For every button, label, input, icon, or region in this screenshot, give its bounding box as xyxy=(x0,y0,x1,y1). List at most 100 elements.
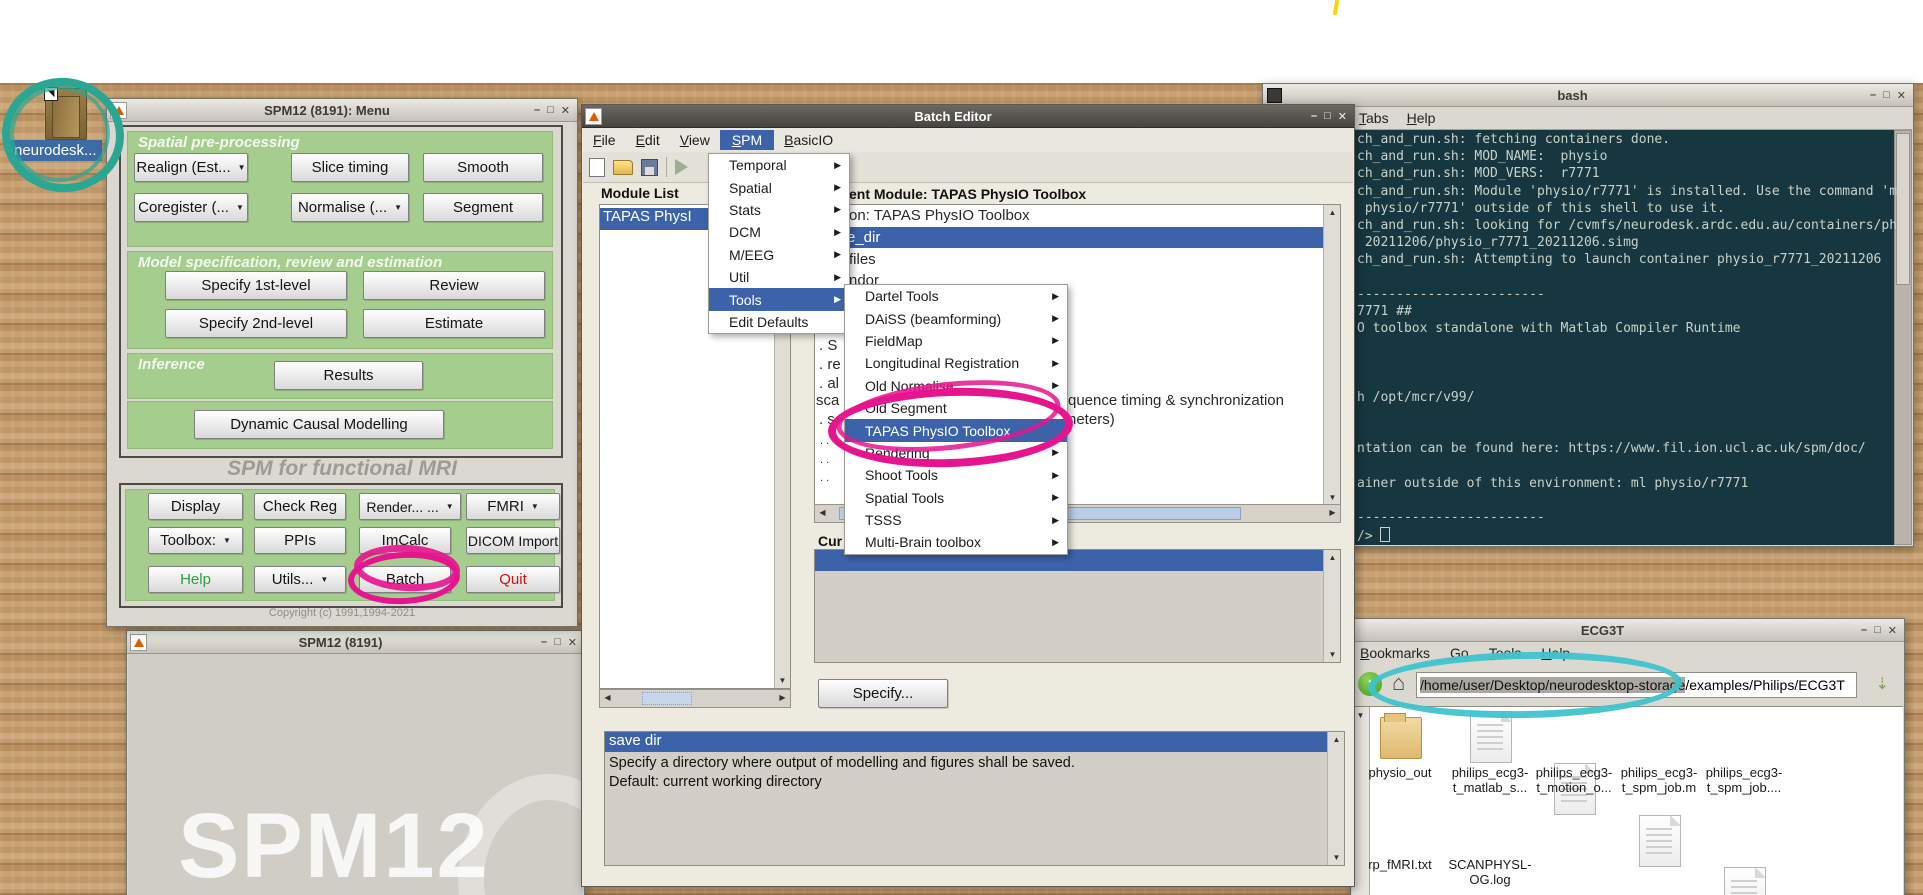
render-dropdown[interactable]: Render... ... ▼ xyxy=(359,493,461,520)
menu-view[interactable]: View xyxy=(670,130,720,150)
new-file-icon[interactable] xyxy=(589,157,605,177)
imcalc-button[interactable]: ImCalc xyxy=(359,527,451,554)
file-label[interactable]: philips_ecg3- t_spm_job.... xyxy=(1696,765,1792,795)
file-label[interactable]: philips_ecg3- t_spm_job.m xyxy=(1611,765,1707,795)
normalise-dropdown[interactable]: Normalise (... ▼ xyxy=(291,193,409,222)
dynamic-causal-modelling-button[interactable]: Dynamic Causal Modelling xyxy=(194,410,444,439)
selected-item-row[interactable] xyxy=(815,227,1323,248)
coregister-dropdown[interactable]: Coregister (... ▼ xyxy=(134,193,248,222)
minimize-button[interactable]: – xyxy=(534,104,540,117)
menu-item-edit-defaults[interactable]: Edit Defaults xyxy=(709,311,849,333)
go-up-icon[interactable]: ↑ xyxy=(1358,672,1382,696)
item-row-fragment[interactable]: on: TAPAS PhysIO Toolbox xyxy=(849,207,1030,224)
module-list-hscrollbar[interactable]: ◀ ▶ xyxy=(599,689,791,708)
menu-item-rendering[interactable]: Rendering ▶ xyxy=(845,442,1067,464)
batch-editor-titlebar[interactable]: Batch Editor – □ ✕ xyxy=(582,105,1354,128)
minimize-button[interactable]: – xyxy=(1861,624,1867,637)
toolbox-dropdown[interactable]: Toolbox: ▼ xyxy=(148,527,243,554)
ppis-button[interactable]: PPIs xyxy=(254,527,346,554)
vscrollbar[interactable]: ▲ ▼ xyxy=(1323,550,1340,662)
review-button[interactable]: Review xyxy=(363,271,545,300)
minimize-button[interactable]: – xyxy=(1311,110,1317,123)
segment-button[interactable]: Segment xyxy=(423,193,543,222)
menu-item-old-segment[interactable]: Old Segment xyxy=(845,397,1067,419)
menu-help[interactable]: Help xyxy=(1541,645,1570,661)
menu-item-old-normalise[interactable]: Old Normalise ▶ xyxy=(845,375,1067,397)
menu-tools[interactable]: Tools xyxy=(1489,645,1522,661)
home-icon[interactable]: ⌂ xyxy=(1392,670,1405,696)
menu-item-spatial[interactable]: Spatial ▶ xyxy=(709,176,849,198)
minimize-button[interactable]: – xyxy=(1870,89,1876,102)
menu-tabs[interactable]: Tabs xyxy=(1359,110,1389,126)
menu-go[interactable]: Go xyxy=(1450,645,1469,661)
item-row-fragment[interactable]: files xyxy=(849,251,876,268)
maximize-button[interactable]: □ xyxy=(554,636,561,649)
specify-2nd-level-button[interactable]: Specify 2nd-level xyxy=(165,309,347,338)
close-button[interactable]: ✕ xyxy=(1338,110,1347,123)
results-button[interactable]: Results xyxy=(274,361,423,390)
help-vscrollbar[interactable]: ▲ ▼ xyxy=(1327,732,1344,865)
menu-item-dartel-tools[interactable]: Dartel Tools ▶ xyxy=(845,285,1067,307)
specify-button[interactable]: Specify... xyxy=(818,679,948,708)
goto-dots-icon[interactable]: ⇣ xyxy=(1876,674,1889,694)
menu-file[interactable]: File xyxy=(583,130,626,150)
menu-item-multi-brain-toolbox[interactable]: Multi-Brain toolbox ▶ xyxy=(845,531,1067,553)
slice-timing-button[interactable]: Slice timing xyxy=(291,153,409,182)
dicom-import-button[interactable]: DICOM Import xyxy=(466,527,560,554)
current-item-listbox[interactable]: ▲ ▼ xyxy=(814,549,1341,663)
help-button[interactable]: Help xyxy=(148,566,243,593)
check-reg-button[interactable]: Check Reg xyxy=(254,493,346,520)
menu-item-longitudinal-registration[interactable]: Longitudinal Registration ▶ xyxy=(845,352,1067,374)
scrollbar-thumb[interactable] xyxy=(642,692,692,705)
quit-button[interactable]: Quit xyxy=(466,566,560,593)
help-title-row[interactable]: save dir xyxy=(605,732,1327,752)
save-icon[interactable] xyxy=(641,158,658,176)
menu-item-tools[interactable]: Tools ▶ xyxy=(709,288,849,311)
folder-icon[interactable] xyxy=(1380,713,1422,759)
specify-1st-level-button[interactable]: Specify 1st-level xyxy=(165,271,347,300)
menu-item-tsss[interactable]: TSSS ▶ xyxy=(845,509,1067,531)
file-label[interactable]: philips_ecg3- t_matlab_s... xyxy=(1442,765,1538,795)
smooth-button[interactable]: Smooth xyxy=(423,153,543,182)
file-label[interactable]: physio_out xyxy=(1352,765,1448,780)
menu-item-daiss[interactable]: DAiSS (beamforming) ▶ xyxy=(845,307,1067,329)
menu-item-shoot-tools[interactable]: Shoot Tools ▶ xyxy=(845,464,1067,486)
maximize-button[interactable]: □ xyxy=(1874,624,1881,637)
close-button[interactable]: ✕ xyxy=(568,636,577,649)
fmri-dropdown[interactable]: FMRI ▼ xyxy=(466,493,560,520)
minimize-button[interactable]: – xyxy=(541,636,547,649)
file-icon[interactable] xyxy=(1470,711,1512,763)
realign-dropdown[interactable]: Realign (Est... ▼ xyxy=(134,153,248,182)
vscrollbar[interactable]: ▲ ▼ xyxy=(1323,205,1340,505)
file-icon[interactable] xyxy=(1639,815,1681,867)
spm-graphics-titlebar[interactable]: SPM12 (8191) – □ ✕ xyxy=(127,631,584,654)
menu-item-meeg[interactable]: M/EEG ▶ xyxy=(709,244,849,266)
file-label[interactable]: SCANPHYSL- OG.log xyxy=(1442,857,1538,887)
maximize-button[interactable]: □ xyxy=(1324,110,1331,123)
file-icon[interactable] xyxy=(1724,867,1766,895)
menu-item-temporal[interactable]: Temporal ▶ xyxy=(709,154,849,176)
maximize-button[interactable]: □ xyxy=(547,104,554,117)
close-button[interactable]: ✕ xyxy=(1897,89,1906,102)
menu-bookmarks[interactable]: Bookmarks xyxy=(1360,645,1430,661)
menu-item-fieldmap[interactable]: FieldMap ▶ xyxy=(845,330,1067,352)
spm-menu-titlebar[interactable]: SPM12 (8191): Menu – □ ✕ xyxy=(107,99,577,122)
maximize-button[interactable]: □ xyxy=(1883,89,1890,102)
terminal-titlebar[interactable]: bash – □ ✕ xyxy=(1263,84,1913,107)
menu-item-tapas-physio-toolbox[interactable]: TAPAS PhysIO Toolbox xyxy=(845,419,1067,442)
estimate-button[interactable]: Estimate xyxy=(363,309,545,338)
close-button[interactable]: ✕ xyxy=(1888,624,1897,637)
menu-edit[interactable]: Edit xyxy=(626,130,670,150)
menu-help[interactable]: Help xyxy=(1407,110,1436,126)
file-manager-titlebar[interactable]: ECG3T – □ ✕ xyxy=(1351,619,1904,642)
open-file-icon[interactable] xyxy=(613,159,633,175)
path-input[interactable]: /home/user/Desktop/neurodesktop-storage /… xyxy=(1416,672,1857,698)
menu-item-dcm[interactable]: DCM ▶ xyxy=(709,221,849,243)
display-button[interactable]: Display xyxy=(148,493,243,520)
file-label[interactable]: philips_ecg3- t_motion_o... xyxy=(1526,765,1622,795)
item-row-selected-fragment[interactable]: e_dir xyxy=(847,229,880,246)
menu-basicio[interactable]: BasicIO xyxy=(774,130,843,150)
file-label[interactable]: rp_fMRI.txt xyxy=(1352,857,1448,872)
run-batch-icon[interactable] xyxy=(675,159,688,175)
desktop-icon-label[interactable]: neurodesk... xyxy=(9,140,102,161)
